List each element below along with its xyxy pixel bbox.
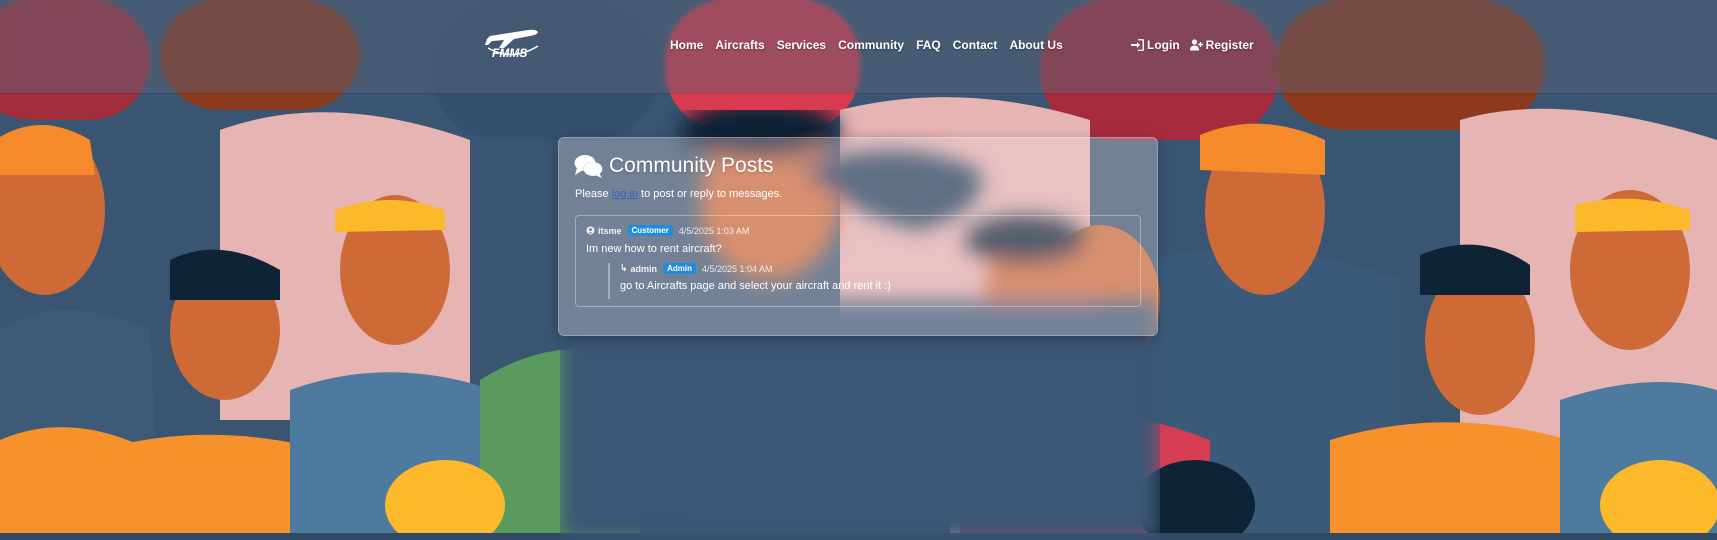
- reply-arrow-icon: ↳: [620, 263, 628, 273]
- nav-community[interactable]: Community: [838, 38, 904, 52]
- post-text: Im new how to rent aircraft?: [586, 243, 722, 255]
- post-author: itsme: [586, 226, 622, 236]
- reply-timestamp: 4/5/2025 1:04 AM: [701, 263, 773, 274]
- top-navbar: FMMS Home Aircrafts Services Community F…: [0, 0, 1717, 93]
- card-header: Community Posts: [574, 154, 774, 178]
- login-inline-link[interactable]: log in: [612, 188, 638, 200]
- logo-text: FMMS: [492, 46, 527, 60]
- user-circle-icon: [586, 226, 595, 235]
- role-badge: Admin: [663, 263, 696, 274]
- sign-in-icon: [1131, 39, 1144, 51]
- reply-meta: ↳ admin Admin 4/5/2025 1:04 AM: [620, 263, 773, 274]
- login-label: Login: [1147, 38, 1180, 52]
- page-title: Community Posts: [609, 154, 774, 177]
- notice-text-before: Please: [575, 188, 612, 200]
- reply-author-name: admin: [630, 263, 658, 274]
- nav-about-us[interactable]: About Us: [1009, 38, 1062, 52]
- post-item: itsme Customer 4/5/2025 1:03 AM Im new h…: [575, 215, 1141, 307]
- nav-faq[interactable]: FAQ: [916, 38, 941, 52]
- login-link[interactable]: Login: [1131, 38, 1180, 52]
- post-timestamp: 4/5/2025 1:03 AM: [678, 225, 750, 236]
- nav-home[interactable]: Home: [670, 38, 703, 52]
- main-nav: Home Aircrafts Services Community FAQ Co…: [670, 38, 1063, 52]
- reply-item: ↳ admin Admin 4/5/2025 1:04 AM go to Air…: [608, 263, 1070, 299]
- auth-nav: Login Register: [1131, 38, 1254, 52]
- reply-text: go to Aircrafts page and select your air…: [620, 280, 891, 292]
- register-link[interactable]: Register: [1189, 38, 1254, 52]
- nav-services[interactable]: Services: [777, 38, 826, 52]
- airplane-logo[interactable]: FMMS: [482, 24, 542, 64]
- notice-text-after: to post or reply to messages.: [638, 188, 783, 200]
- post-meta: itsme Customer 4/5/2025 1:03 AM: [586, 225, 749, 236]
- community-posts-card: Community Posts Please log in to post or…: [558, 137, 1158, 336]
- nav-contact[interactable]: Contact: [953, 38, 998, 52]
- role-badge: Customer: [627, 225, 673, 236]
- register-label: Register: [1205, 38, 1254, 52]
- nav-aircrafts[interactable]: Aircrafts: [715, 38, 764, 52]
- comments-icon: [574, 155, 603, 178]
- post-author-name: itsme: [598, 225, 622, 236]
- user-plus-icon: [1189, 39, 1203, 51]
- login-notice: Please log in to post or reply to messag…: [575, 188, 782, 200]
- reply-author: ↳ admin: [620, 263, 657, 274]
